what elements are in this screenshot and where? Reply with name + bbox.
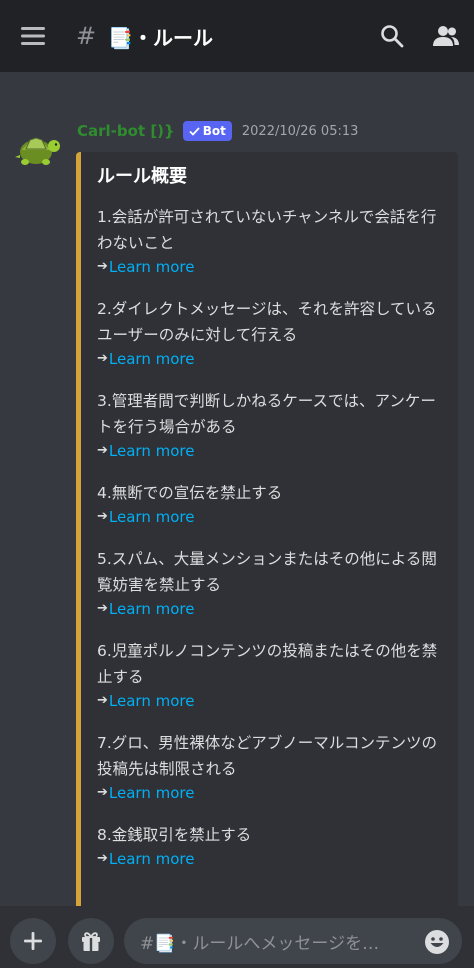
- checkmark-icon: [189, 126, 200, 136]
- learn-more-link[interactable]: ➔ Learn more: [97, 782, 444, 804]
- add-attachment-button[interactable]: [10, 918, 56, 964]
- author-name[interactable]: Carl-bot [)}: [77, 122, 175, 140]
- learn-more-link[interactable]: ➔ Learn more: [97, 440, 444, 462]
- arrow-right-icon: ➔: [97, 601, 108, 616]
- rule-item: 4.無断での宣伝を禁止する ➔ Learn more: [97, 480, 444, 528]
- emoji-icon[interactable]: [424, 929, 450, 955]
- bot-badge-label: Bot: [202, 124, 226, 138]
- plus-icon: [24, 932, 42, 950]
- rule-item: 1.会話が許可されていないチャンネルで会話を行わないこと ➔ Learn more: [97, 204, 444, 278]
- rule-item: 8.金銭取引を禁止する ➔ Learn more: [97, 822, 444, 870]
- learn-more-label[interactable]: Learn more: [109, 256, 195, 278]
- arrow-right-icon: ➔: [97, 259, 108, 274]
- learn-more-link[interactable]: ➔ Learn more: [97, 348, 444, 370]
- learn-more-link[interactable]: ➔ Learn more: [97, 506, 444, 528]
- learn-more-label[interactable]: Learn more: [109, 848, 195, 870]
- rule-text: 3.管理者間で判断しかねるケースでは、アンケートを行う場合がある: [97, 392, 436, 436]
- turtle-avatar-icon: [15, 137, 60, 165]
- arrow-right-icon: ➔: [97, 351, 108, 366]
- learn-more-link[interactable]: ➔ Learn more: [97, 690, 444, 712]
- rule-text: 7.グロ、男性裸体などアブノーマルコンテンツの投稿先は制限される: [97, 734, 437, 778]
- channel-header: # 📑・ルール: [0, 0, 474, 72]
- arrow-right-icon: ➔: [97, 851, 108, 866]
- arrow-right-icon: ➔: [97, 443, 108, 458]
- arrow-right-icon: ➔: [97, 785, 108, 800]
- message-input-placeholder: #📑・ルールへメッセージを…: [140, 933, 380, 954]
- learn-more-label[interactable]: Learn more: [109, 440, 195, 462]
- arrow-right-icon: ➔: [97, 693, 108, 708]
- avatar[interactable]: [12, 122, 64, 174]
- gift-icon: [82, 932, 100, 951]
- rule-item: 7.グロ、男性裸体などアブノーマルコンテンツの投稿先は制限される ➔ Learn …: [97, 730, 444, 804]
- rule-text: 5.スパム、大量メンションまたはその他による閲覧妨害を禁止する: [97, 550, 437, 594]
- rule-item: 6.児童ポルノコンテンツの投稿またはその他を禁止する ➔ Learn more: [97, 638, 444, 712]
- rule-text: 1.会話が許可されていないチャンネルで会話を行わないこと: [97, 208, 437, 252]
- composer-bar: #📑・ルールへメッセージを…: [0, 906, 474, 968]
- gift-button[interactable]: [68, 918, 114, 964]
- message-timestamp: 2022/10/26 05:13: [241, 123, 359, 139]
- learn-more-link[interactable]: ➔ Learn more: [97, 848, 444, 870]
- rule-item: 2.ダイレクトメッセージは、それを許容しているユーザーのみに対して行える ➔ Le…: [97, 296, 444, 370]
- learn-more-link[interactable]: ➔ Learn more: [97, 598, 444, 620]
- rule-item: 3.管理者間で判断しかねるケースでは、アンケートを行う場合がある ➔ Learn …: [97, 388, 444, 462]
- members-icon[interactable]: [432, 24, 460, 48]
- learn-more-label[interactable]: Learn more: [109, 782, 195, 804]
- message-header: Carl-bot [)} Bot 2022/10/26 05:13: [77, 120, 358, 142]
- rules-embed: ルール概要 1.会話が許可されていないチャンネルで会話を行わないこと ➔ Lear…: [76, 152, 458, 906]
- rule-text: 4.無断での宣伝を禁止する: [97, 484, 283, 502]
- learn-more-label[interactable]: Learn more: [109, 348, 195, 370]
- hamburger-icon: [21, 27, 45, 45]
- embed-title: ルール概要: [97, 166, 187, 187]
- rule-text: 8.金銭取引を禁止する: [97, 826, 252, 844]
- channel-title: 📑・ルール: [108, 25, 214, 50]
- hamburger-menu-button[interactable]: [0, 0, 66, 72]
- rule-item: 5.スパム、大量メンションまたはその他による閲覧妨害を禁止する ➔ Learn m…: [97, 546, 444, 620]
- learn-more-label[interactable]: Learn more: [109, 690, 195, 712]
- channel-hash-icon: #: [76, 22, 97, 50]
- bot-badge: Bot: [182, 121, 232, 141]
- learn-more-label[interactable]: Learn more: [109, 598, 195, 620]
- search-icon[interactable]: [380, 24, 404, 48]
- arrow-right-icon: ➔: [97, 509, 108, 524]
- learn-more-link[interactable]: ➔ Learn more: [97, 256, 444, 278]
- learn-more-label[interactable]: Learn more: [109, 506, 195, 528]
- message-list[interactable]: Carl-bot [)} Bot 2022/10/26 05:13 ルール概要 …: [0, 72, 474, 906]
- message-input[interactable]: #📑・ルールへメッセージを…: [124, 918, 462, 964]
- rule-text: 2.ダイレクトメッセージは、それを許容しているユーザーのみに対して行える: [97, 300, 437, 344]
- rule-text: 6.児童ポルノコンテンツの投稿またはその他を禁止する: [97, 642, 438, 686]
